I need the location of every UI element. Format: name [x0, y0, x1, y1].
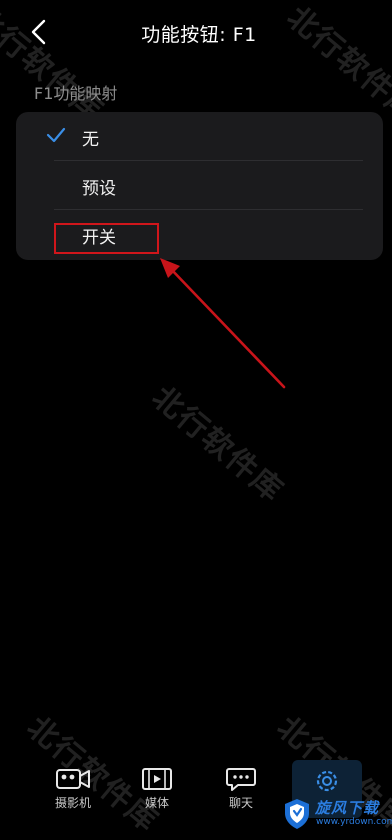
brand-logo: 旋风下载 www.yrdown.com — [282, 795, 392, 833]
chat-icon — [226, 768, 256, 791]
brand-name: 旋风下载 — [315, 799, 380, 817]
option-label: 无 — [82, 130, 99, 150]
watermark: 北行软件库 — [145, 379, 291, 510]
gear-icon — [316, 770, 338, 792]
option-none[interactable]: 无 — [16, 112, 383, 160]
film-icon — [142, 768, 172, 790]
shield-logo-icon — [285, 799, 309, 829]
nav-camera[interactable]: 摄影机 — [38, 760, 108, 818]
checkmark-icon — [46, 127, 66, 143]
nav-label: 聊天 — [228, 796, 253, 810]
nav-label: 媒体 — [144, 796, 169, 810]
nav-chat[interactable]: 聊天 — [206, 760, 276, 818]
camera-icon — [56, 769, 90, 789]
header: 功能按钮: F1 — [0, 0, 392, 66]
option-switch[interactable]: 开关 — [16, 210, 383, 258]
option-label: 预设 — [82, 179, 116, 199]
nav-media[interactable]: 媒体 — [122, 760, 192, 818]
page-title: 功能按钮: F1 — [141, 24, 257, 46]
option-label: 开关 — [82, 228, 116, 248]
mapping-options-list: 无 预设 开关 — [16, 112, 383, 260]
option-preset[interactable]: 预设 — [16, 161, 383, 209]
brand-url: www.yrdown.com — [316, 817, 392, 827]
nav-label: 摄影机 — [54, 796, 91, 810]
section-label: F1功能映射 — [34, 84, 118, 103]
